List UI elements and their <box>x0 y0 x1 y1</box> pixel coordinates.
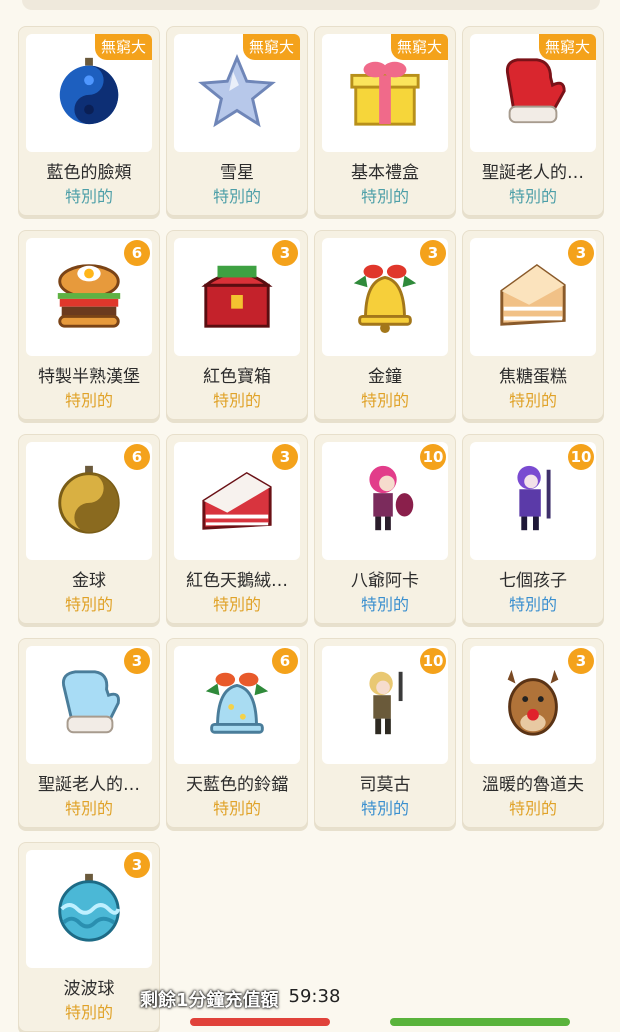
quantity-badge: 3 <box>124 852 150 878</box>
reindeer-icon <box>494 664 572 746</box>
item-card[interactable]: 3 聖誕老人的… 特別的 <box>18 638 160 828</box>
item-category: 特別的 <box>360 391 409 410</box>
quantity-badge: 10 <box>420 648 446 674</box>
red-mitten-icon <box>494 52 572 134</box>
item-name: 金球 <box>72 571 106 591</box>
top-panel-edge <box>22 0 600 10</box>
item-category: 特別的 <box>64 1003 113 1022</box>
item-card[interactable]: 無窮大聖誕老人的… 特別的 <box>462 26 604 216</box>
item-card[interactable]: 10 司莫古特別的 <box>314 638 456 828</box>
quantity-badge: 3 <box>568 240 594 266</box>
quantity-badge: 6 <box>124 240 150 266</box>
item-category: 特別的 <box>212 391 261 410</box>
item-card[interactable]: 無窮大雪星特別的 <box>166 26 308 216</box>
item-card[interactable]: 3 金鐘特別的 <box>314 230 456 420</box>
item-category: 特別的 <box>508 391 557 410</box>
item-card[interactable]: 6 金球特別的 <box>18 434 160 624</box>
quantity-badge: 3 <box>272 240 298 266</box>
item-category: 特別的 <box>360 799 409 818</box>
treasure-chest-icon <box>198 256 276 338</box>
item-card[interactable]: 3 紅色天鵝絨… 特別的 <box>166 434 308 624</box>
item-name: 天藍色的鈴鐺 <box>186 775 288 795</box>
star-icon <box>198 52 276 134</box>
gift-box-icon <box>346 52 424 134</box>
countdown-label: 剩餘1分鐘充值額 <box>140 990 279 1011</box>
quantity-badge: 10 <box>420 444 446 470</box>
item-name: 聖誕老人的… <box>38 775 140 795</box>
item-category: 特別的 <box>64 595 113 614</box>
red-velvet-cake-icon <box>198 460 276 542</box>
item-category: 特別的 <box>212 187 261 206</box>
item-card[interactable]: 3 溫暖的魯道夫 特別的 <box>462 638 604 828</box>
item-name: 紅色寶箱 <box>203 367 271 387</box>
quantity-badge: 無窮大 <box>94 34 152 60</box>
quantity-badge: 無窮大 <box>538 34 596 60</box>
quantity-badge: 3 <box>272 444 298 470</box>
quantity-badge: 6 <box>272 648 298 674</box>
item-name: 焦糖蛋糕 <box>499 367 567 387</box>
item-name: 司莫古 <box>359 775 411 795</box>
item-name: 八爺阿卡 <box>351 571 419 591</box>
quantity-badge: 10 <box>568 444 594 470</box>
item-name: 雪星 <box>220 163 254 183</box>
item-category: 特別的 <box>212 799 261 818</box>
item-name: 紅色天鵝絨… <box>186 571 288 591</box>
item-card[interactable]: 無窮大藍色的臉頰特別的 <box>18 26 160 216</box>
item-card[interactable]: 6 特製半熟漢堡 特別的 <box>18 230 160 420</box>
quantity-badge: 無窮大 <box>390 34 448 60</box>
item-card[interactable]: 6 天藍色的鈴鐺 特別的 <box>166 638 308 828</box>
item-card[interactable]: 3 焦糖蛋糕特別的 <box>462 230 604 420</box>
countdown-clock: 59:38 <box>288 986 341 1007</box>
quantity-badge: 3 <box>568 648 594 674</box>
item-name: 基本禮盒 <box>351 163 419 183</box>
item-category: 特別的 <box>212 595 261 614</box>
item-card[interactable]: 10 七個孩子特別的 <box>462 434 604 624</box>
gold-ornament-icon <box>50 460 128 542</box>
item-name: 金鐘 <box>368 367 402 387</box>
gold-bell-icon <box>346 256 424 338</box>
character-blonde-icon <box>346 664 424 746</box>
item-card[interactable]: 無窮大基本禮盒特別的 <box>314 26 456 216</box>
character-purple-icon <box>494 460 572 542</box>
quantity-badge: 無窮大 <box>242 34 300 60</box>
blue-mitten-icon <box>50 664 128 746</box>
countdown-overlay: 剩餘1分鐘充值額 59:38 <box>140 986 340 1012</box>
item-category: 特別的 <box>508 799 557 818</box>
item-card[interactable]: 10 八爺阿卡特別的 <box>314 434 456 624</box>
blue-bell-icon <box>198 664 276 746</box>
caramel-cake-icon <box>494 256 572 338</box>
item-name: 波波球 <box>63 979 115 999</box>
bottom-red-button[interactable] <box>190 1018 330 1026</box>
bottom-green-button[interactable] <box>390 1018 570 1026</box>
item-category: 特別的 <box>64 799 113 818</box>
item-name: 聖誕老人的… <box>482 163 584 183</box>
burger-icon <box>50 256 128 338</box>
item-category: 特別的 <box>360 595 409 614</box>
item-name: 藍色的臉頰 <box>46 163 132 183</box>
item-category: 特別的 <box>360 187 409 206</box>
item-grid: 無窮大 藍色的臉頰 特別的 無窮大 雪星 特別的 無窮大 基本禮盒 特別的 無窮大 聖誕老人的… 特別… <box>18 26 604 1032</box>
character-pink-hair-icon <box>346 460 424 542</box>
item-name: 特製半熟漢堡 <box>38 367 140 387</box>
quantity-badge: 3 <box>124 648 150 674</box>
item-category: 特別的 <box>508 187 557 206</box>
item-category: 特別的 <box>64 187 113 206</box>
blue-ornament-icon <box>50 52 128 134</box>
quantity-badge: 6 <box>124 444 150 470</box>
item-card[interactable]: 3 波波球特別的 <box>18 842 160 1032</box>
item-name: 溫暖的魯道夫 <box>482 775 584 795</box>
quantity-badge: 3 <box>420 240 446 266</box>
item-category: 特別的 <box>508 595 557 614</box>
item-name: 七個孩子 <box>499 571 567 591</box>
wave-ornament-icon <box>50 868 128 950</box>
item-category: 特別的 <box>64 391 113 410</box>
item-card[interactable]: 3 紅色寶箱特別的 <box>166 230 308 420</box>
